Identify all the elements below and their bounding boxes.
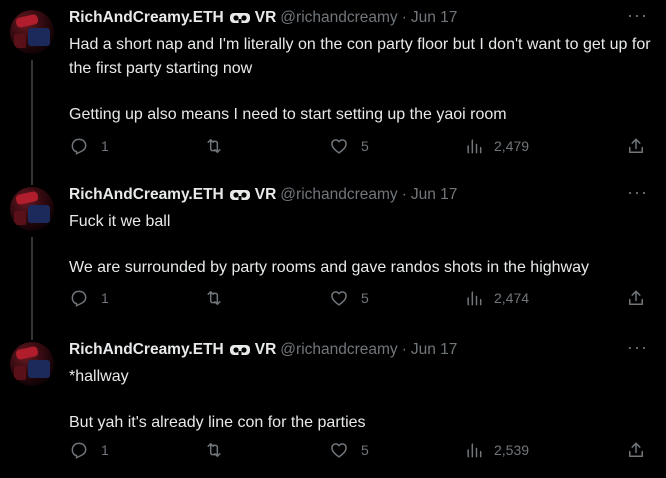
- like-count: 5: [361, 442, 369, 458]
- views-chart-icon: [464, 440, 484, 460]
- share-icon: [626, 288, 646, 308]
- more-options-icon[interactable]: ···: [627, 338, 648, 356]
- views-chart-icon: [464, 136, 484, 156]
- tweet-text: Fuck it we ball We are surrounded by par…: [69, 210, 654, 280]
- like-button[interactable]: 5: [329, 136, 369, 156]
- tweet-actions: 1 5 2,479: [69, 136, 646, 156]
- reply-icon: [69, 288, 89, 308]
- avatar[interactable]: [10, 342, 54, 386]
- display-name[interactable]: RichAndCreamy.ETH: [69, 9, 224, 27]
- user-handle[interactable]: @richandcreamy: [280, 341, 397, 359]
- tweet-date[interactable]: Jun 17: [411, 341, 458, 359]
- more-options-icon[interactable]: ···: [627, 6, 648, 24]
- tweet-header: RichAndCreamy.ETH VR @richandcreamy · Ju…: [69, 340, 654, 360]
- user-handle[interactable]: @richandcreamy: [280, 186, 397, 204]
- tweet-header: RichAndCreamy.ETH VR @richandcreamy · Ju…: [69, 185, 654, 205]
- reply-count: 1: [101, 290, 109, 306]
- reply-count: 1: [101, 442, 109, 458]
- tweet-text: *hallway But yah it's already line con f…: [69, 365, 654, 435]
- reply-icon: [69, 136, 89, 156]
- tweet-text: Had a short nap and I'm literally on the…: [69, 33, 654, 127]
- views-button[interactable]: 2,479: [464, 136, 529, 156]
- retweet-icon: [203, 136, 225, 156]
- separator-dot: ·: [401, 186, 407, 203]
- badge-text: VR: [254, 186, 277, 203]
- avatar[interactable]: [10, 10, 54, 54]
- separator-dot: ·: [401, 9, 407, 26]
- views-button[interactable]: 2,474: [464, 288, 529, 308]
- share-button[interactable]: [626, 288, 646, 308]
- heart-icon: [329, 440, 349, 460]
- tweet-paragraph: *hallway: [69, 368, 129, 385]
- tweet-actions: 1 5 2,474: [69, 288, 646, 308]
- views-count: 2,479: [494, 138, 530, 154]
- retweet-button[interactable]: [203, 136, 237, 156]
- tweet-header: RichAndCreamy.ETH VR @richandcreamy · Ju…: [69, 8, 654, 28]
- tweet-actions: 1 5 2,539: [69, 440, 646, 460]
- like-button[interactable]: 5: [329, 440, 369, 460]
- reply-icon: [69, 440, 89, 460]
- display-name[interactable]: RichAndCreamy.ETH: [69, 186, 224, 204]
- tweet[interactable]: RichAndCreamy.ETH VR @richandcreamy · Ju…: [0, 177, 666, 340]
- tweet[interactable]: RichAndCreamy.ETH VR @richandcreamy · Ju…: [0, 0, 666, 185]
- share-button[interactable]: [626, 440, 646, 460]
- vr-headset-icon: [229, 12, 251, 24]
- retweet-icon: [203, 288, 225, 308]
- tweet-paragraph: Getting up also means I need to start se…: [69, 106, 507, 123]
- views-button[interactable]: 2,539: [464, 440, 529, 460]
- vr-headset-icon: [229, 344, 251, 356]
- badge-text: VR: [254, 9, 277, 26]
- heart-icon: [329, 136, 349, 156]
- vr-headset-icon: [229, 189, 251, 201]
- like-button[interactable]: 5: [329, 288, 369, 308]
- tweet-paragraph: Fuck it we ball: [69, 213, 171, 230]
- share-icon: [626, 136, 646, 156]
- views-chart-icon: [464, 288, 484, 308]
- retweet-button[interactable]: [203, 440, 237, 460]
- separator-dot: ·: [401, 341, 407, 358]
- avatar[interactable]: [10, 187, 54, 231]
- share-button[interactable]: [626, 136, 646, 156]
- tweet[interactable]: RichAndCreamy.ETH VR @richandcreamy · Ju…: [0, 332, 666, 478]
- thread-connector-line: [31, 237, 33, 340]
- reply-button[interactable]: 1: [69, 136, 109, 156]
- user-handle[interactable]: @richandcreamy: [280, 9, 397, 27]
- tweet-date[interactable]: Jun 17: [411, 9, 458, 27]
- more-options-icon[interactable]: ···: [627, 183, 648, 201]
- like-count: 5: [361, 138, 369, 154]
- tweet-paragraph: But yah it's already line con for the pa…: [69, 414, 366, 431]
- tweet-paragraph: We are surrounded by party rooms and gav…: [69, 259, 589, 276]
- thread-connector-line: [31, 60, 33, 185]
- like-count: 5: [361, 290, 369, 306]
- reply-count: 1: [101, 138, 109, 154]
- badge-text: VR: [254, 341, 277, 358]
- tweet-date[interactable]: Jun 17: [411, 186, 458, 204]
- share-icon: [626, 440, 646, 460]
- retweet-button[interactable]: [203, 288, 237, 308]
- tweet-paragraph: Had a short nap and I'm literally on the…: [69, 36, 651, 77]
- heart-icon: [329, 288, 349, 308]
- display-name[interactable]: RichAndCreamy.ETH: [69, 341, 224, 359]
- reply-button[interactable]: 1: [69, 440, 109, 460]
- views-count: 2,539: [494, 442, 530, 458]
- reply-button[interactable]: 1: [69, 288, 109, 308]
- retweet-icon: [203, 440, 225, 460]
- views-count: 2,474: [494, 290, 530, 306]
